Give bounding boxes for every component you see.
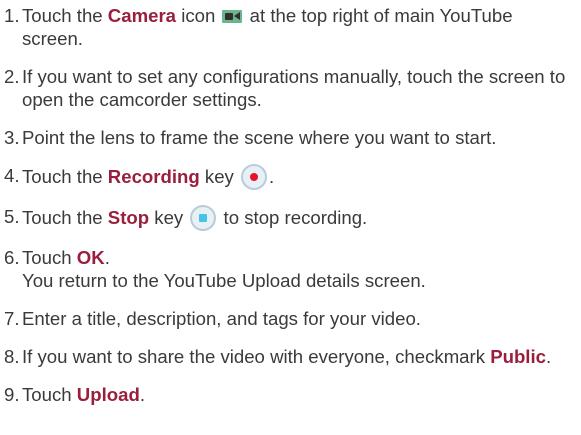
step-text: If you want to share the video with ever…: [22, 346, 552, 367]
camera-keyword: Camera: [107, 5, 177, 26]
step-text: Touch the Camera icon at the top right o…: [22, 5, 513, 49]
step-text: Touch the Recording key .: [22, 164, 578, 190]
step-1: 1. Touch the Camera icon at the top righ…: [4, 4, 578, 50]
step-number: 5.: [4, 206, 20, 227]
camcorder-icon: [222, 10, 243, 23]
step-7: 7. Enter a title, description, and tags …: [4, 307, 578, 330]
step-text: Touch the Stop key to stop recording.: [22, 205, 578, 231]
step-number: 2.: [4, 66, 20, 87]
step-4: 4. Touch the Recording key .: [4, 164, 578, 190]
ok-keyword: OK: [76, 247, 105, 268]
step-6: 6. Touch OK. You return to the YouTube Up…: [4, 246, 578, 292]
step-text: Point the lens to frame the scene where …: [22, 127, 497, 148]
step-text: If you want to set any configurations ma…: [22, 66, 566, 110]
step-number: 6.: [4, 247, 20, 268]
step-number: 3.: [4, 127, 20, 148]
step-2: 2. If you want to set any configurations…: [4, 65, 578, 111]
step-9: 9. Touch Upload.: [4, 383, 578, 406]
stop-key-icon: [190, 205, 217, 231]
instructions-page: 1. Touch the Camera icon at the top righ…: [0, 0, 581, 435]
stop-keyword: Stop: [107, 207, 150, 228]
record-key-icon: [241, 164, 268, 190]
step-number: 4.: [4, 165, 20, 186]
upload-keyword: Upload: [76, 384, 140, 405]
step-text: Enter a title, description, and tags for…: [22, 308, 421, 329]
steps-list: 1. Touch the Camera icon at the top righ…: [4, 4, 578, 406]
step-8: 8. If you want to share the video with e…: [4, 345, 578, 368]
recording-keyword: Recording: [107, 166, 200, 187]
step-number: 8.: [4, 346, 20, 367]
step-5: 5. Touch the Stop key to stop recording.: [4, 205, 578, 231]
public-keyword: Public: [490, 346, 546, 367]
step-text: Touch OK. You return to the YouTube Uploa…: [22, 247, 426, 291]
step-6-result: You return to the YouTube Upload details…: [22, 270, 426, 291]
step-3: 3. Point the lens to frame the scene whe…: [4, 126, 578, 149]
step-number: 9.: [4, 384, 20, 405]
step-number: 7.: [4, 308, 20, 329]
step-text: Touch Upload.: [22, 384, 145, 405]
step-number: 1.: [4, 5, 20, 26]
